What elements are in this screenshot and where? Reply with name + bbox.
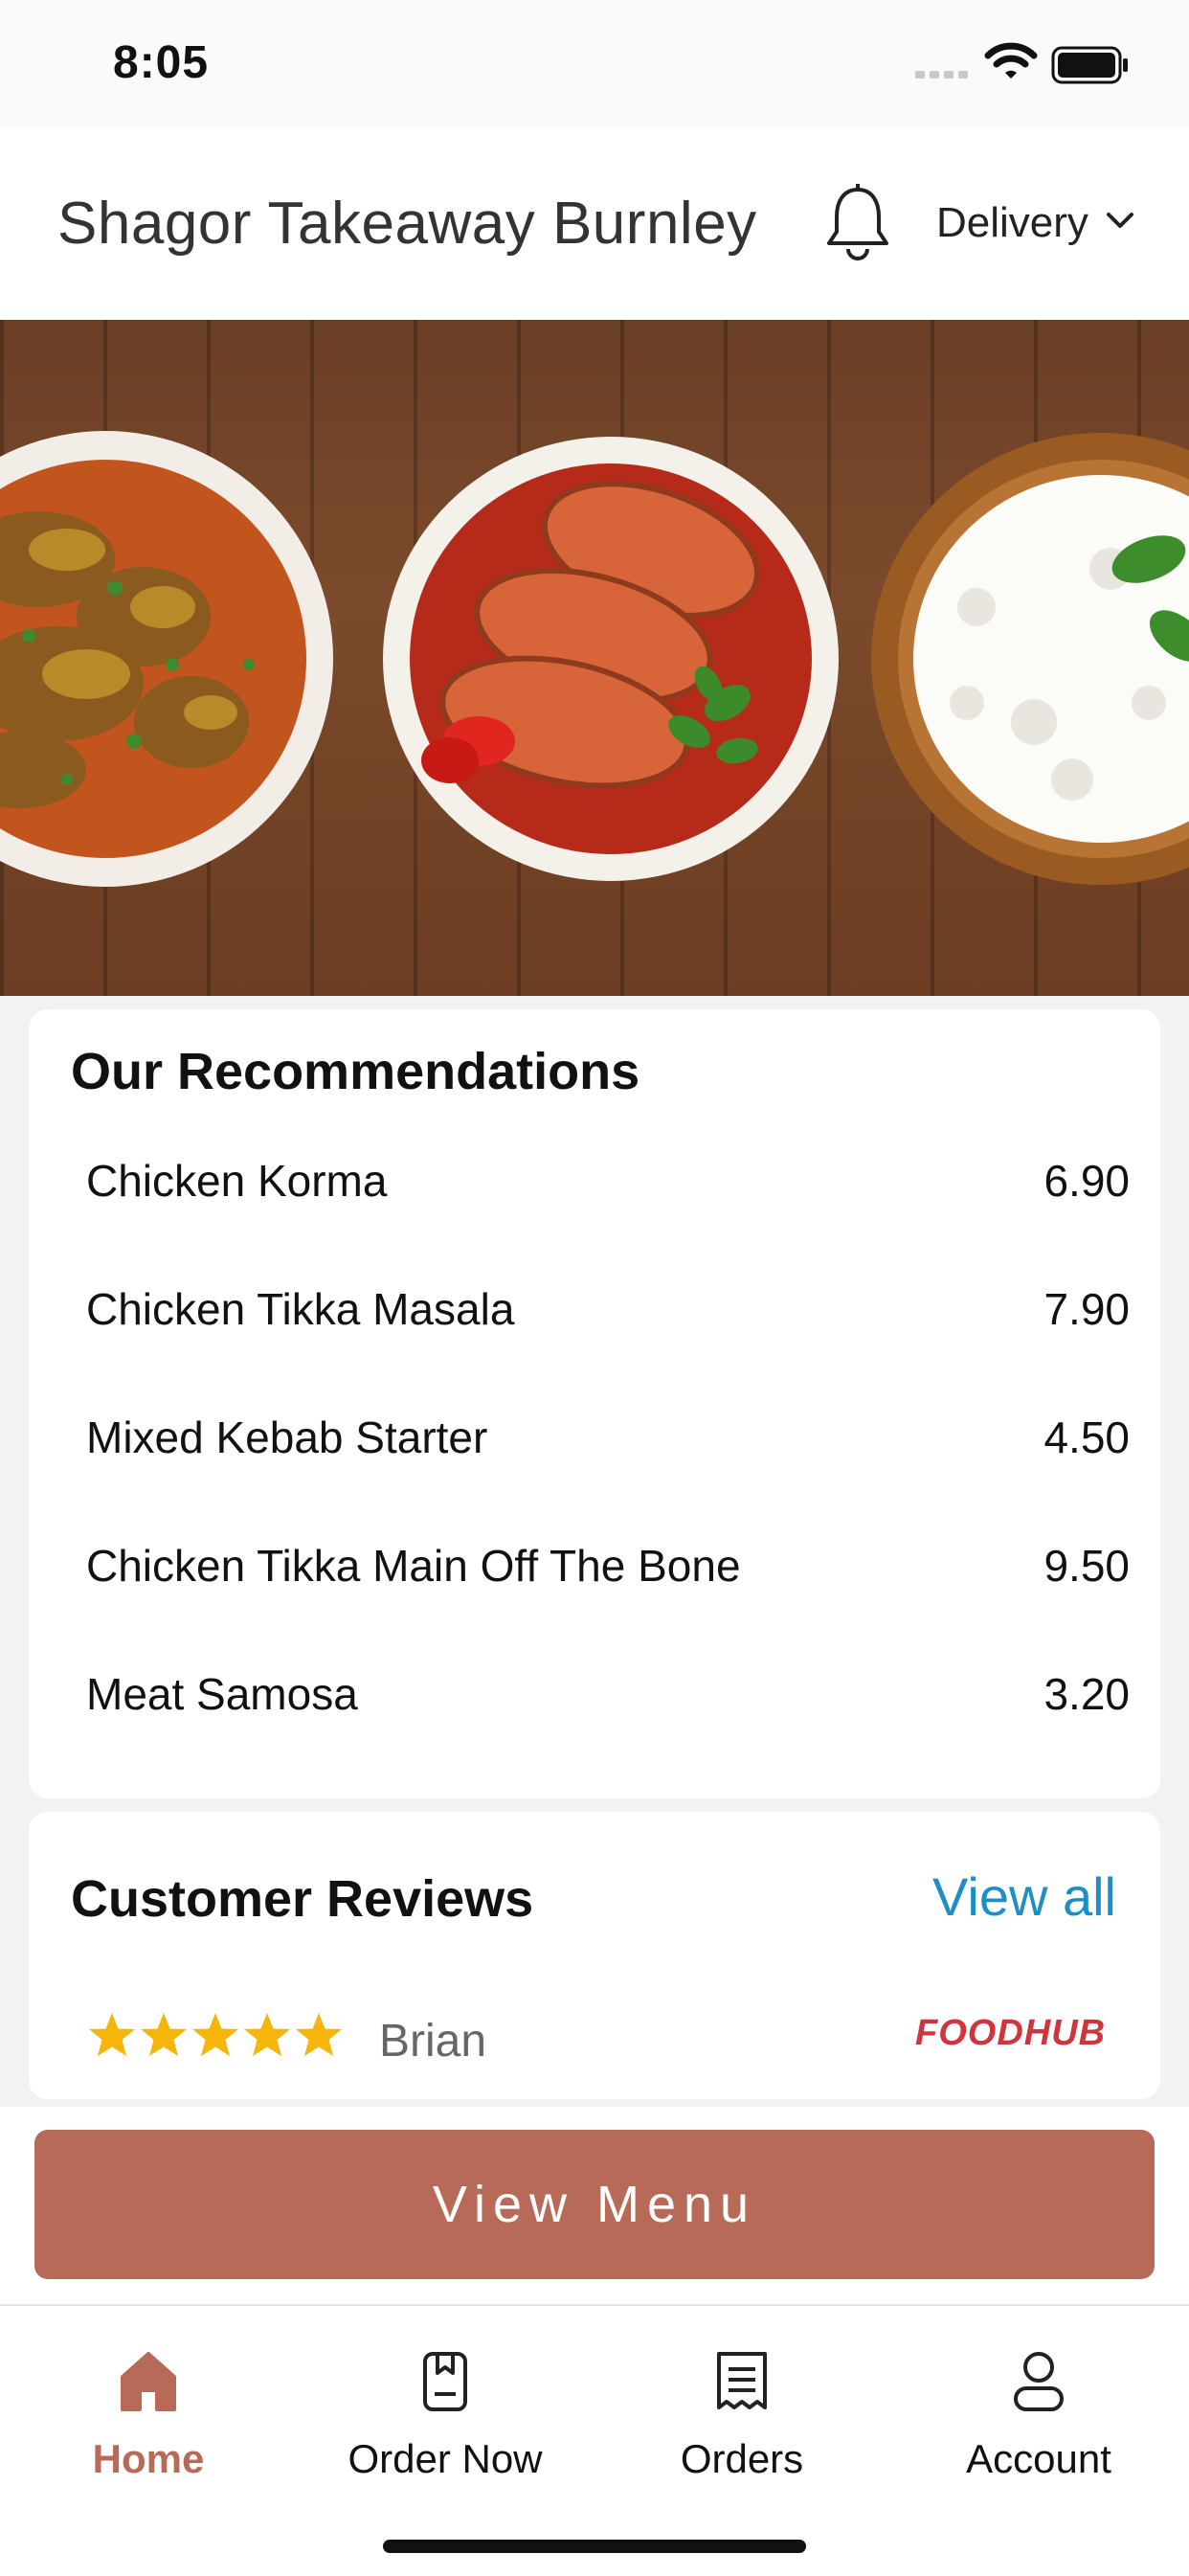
bottom-tab-bar: Home Order Now Orders Account: [0, 2304, 1189, 2576]
status-bar: 8:05: [0, 0, 1189, 126]
star-icon: [244, 2013, 290, 2056]
customer-reviews-card: Customer Reviews View all Brian FOODHUB: [29, 1812, 1160, 2099]
app-header: Shagor Takeaway Burnley Delivery: [0, 126, 1189, 320]
tab-orders[interactable]: Orders: [594, 2306, 890, 2497]
tab-home[interactable]: Home: [0, 2306, 297, 2497]
star-icon: [192, 2013, 238, 2056]
recommendation-item[interactable]: Chicken Tikka Masala 7.90: [86, 1283, 1130, 1350]
tab-account[interactable]: Account: [890, 2306, 1187, 2497]
item-price: 3.20: [1043, 1669, 1130, 1719]
star-rating: [89, 2013, 342, 2056]
star-icon: [89, 2013, 135, 2056]
cellular-signal-icon: [915, 71, 968, 79]
view-menu-button[interactable]: View Menu: [34, 2130, 1155, 2279]
item-price: 4.50: [1043, 1412, 1130, 1462]
foodhub-logo: FOODHUB: [915, 2013, 1107, 2053]
hero-food-image: [0, 320, 1189, 996]
battery-icon: [1051, 46, 1128, 84]
notification-bell-icon[interactable]: [821, 182, 894, 264]
chevron-down-icon[interactable]: [1103, 209, 1137, 232]
recommendation-item[interactable]: Chicken Korma 6.90: [86, 1155, 1130, 1222]
reviewer-name: Brian: [379, 2016, 487, 2067]
status-time: 8:05: [113, 37, 210, 88]
view-all-reviews-link[interactable]: View all: [932, 1865, 1116, 1928]
item-price: 9.50: [1043, 1541, 1130, 1591]
tab-label: Home: [92, 2436, 205, 2481]
item-name: Meat Samosa: [86, 1669, 358, 1719]
food-bowls-illustration: [0, 431, 1189, 887]
tab-label: Order Now: [348, 2436, 543, 2481]
tab-label: Account: [966, 2436, 1111, 2481]
recommendation-item[interactable]: Chicken Tikka Main Off The Bone 9.50: [86, 1540, 1130, 1607]
item-price: 6.90: [1043, 1156, 1130, 1206]
reviews-heading: Customer Reviews: [71, 1870, 534, 1928]
home-indicator[interactable]: [383, 2540, 806, 2553]
item-name: Chicken Tikka Masala: [86, 1284, 515, 1334]
recommendations-card: Our Recommendations Chicken Korma 6.90 C…: [29, 1009, 1160, 1798]
item-name: Chicken Tikka Main Off The Bone: [86, 1541, 741, 1591]
tab-label: Orders: [680, 2436, 804, 2481]
order-now-icon: [423, 2352, 467, 2411]
star-icon: [296, 2013, 342, 2056]
wifi-icon: [984, 42, 1038, 79]
star-icon: [141, 2013, 187, 2056]
recommendations-heading: Our Recommendations: [71, 1043, 640, 1100]
account-icon: [1014, 2352, 1064, 2411]
item-price: 7.90: [1043, 1284, 1130, 1334]
orders-icon: [717, 2352, 767, 2409]
recommendation-item[interactable]: Meat Samosa 3.20: [86, 1668, 1130, 1735]
delivery-mode-selector[interactable]: Delivery: [936, 199, 1088, 247]
recommendation-item[interactable]: Mixed Kebab Starter 4.50: [86, 1412, 1130, 1479]
item-name: Chicken Korma: [86, 1156, 388, 1206]
restaurant-title: Shagor Takeaway Burnley: [57, 191, 757, 257]
tab-order-now[interactable]: Order Now: [297, 2306, 594, 2497]
item-name: Mixed Kebab Starter: [86, 1412, 488, 1462]
home-icon: [121, 2352, 176, 2411]
